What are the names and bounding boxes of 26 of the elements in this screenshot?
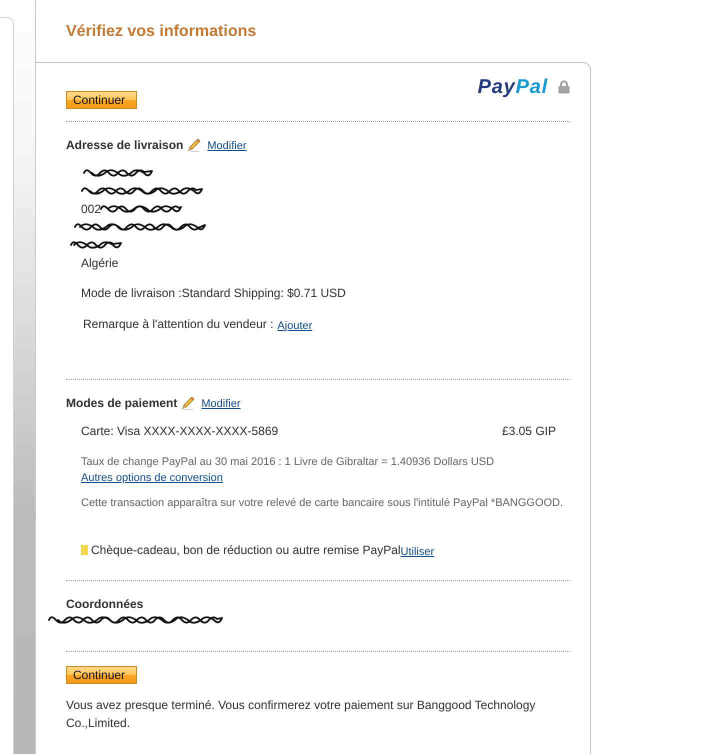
confirmation-note: Vous avez presque terminé. Vous confirmerez votre paiement sur Banggood Technology Co.,Limited.: [66, 697, 536, 732]
statement-note: Cette transaction apparaîtra sur votre relevé de carte bancaire sous l'intitulé PayPal *BANGGOOD.: [81, 496, 564, 511]
payment-amount: £3.05 GIP: [502, 423, 556, 440]
bullet-icon: [81, 545, 88, 555]
card-details: Carte: Visa XXXX-XXXX-XXXX-5869: [81, 423, 278, 440]
exchange-rate-text: Taux de change PayPal au 30 mai 2016 : 1 Livre de Gibraltar = 1.40936 Dollars USD: [81, 455, 494, 470]
coupon-label: Chèque-cadeau, bon de réduction ou autre remise PayPal: [91, 542, 401, 559]
pencil-icon: [187, 138, 202, 152]
address-line: Algérie: [81, 255, 118, 272]
use-coupon-link[interactable]: Utiliser: [400, 546, 434, 558]
delivery-method-text: Mode de livraison :Standard Shipping: $0.71 USD: [81, 285, 346, 302]
edit-link[interactable]: Modifier: [201, 397, 240, 411]
edit-link[interactable]: Modifier: [207, 139, 247, 153]
conversion-options-link[interactable]: Autres options de conversion: [81, 470, 223, 486]
continue-button[interactable]: Continuer: [66, 666, 137, 684]
add-note-link[interactable]: Ajouter: [277, 320, 312, 332]
pencil-icon: [181, 396, 196, 410]
page-title: Vérifiez vos informations: [66, 22, 256, 42]
section-heading: Modes de paiement: [66, 395, 178, 411]
section-heading: Adresse de livraison: [66, 137, 184, 153]
continue-button[interactable]: Continuer: [66, 91, 137, 109]
address-line: 002: [81, 201, 102, 218]
section-heading: Coordonnées: [66, 596, 144, 612]
seller-note-label: Remarque à l'attention du vendeur :: [83, 316, 274, 333]
paypal-logo: PayPal: [478, 77, 548, 97]
lock-icon: [558, 80, 570, 94]
